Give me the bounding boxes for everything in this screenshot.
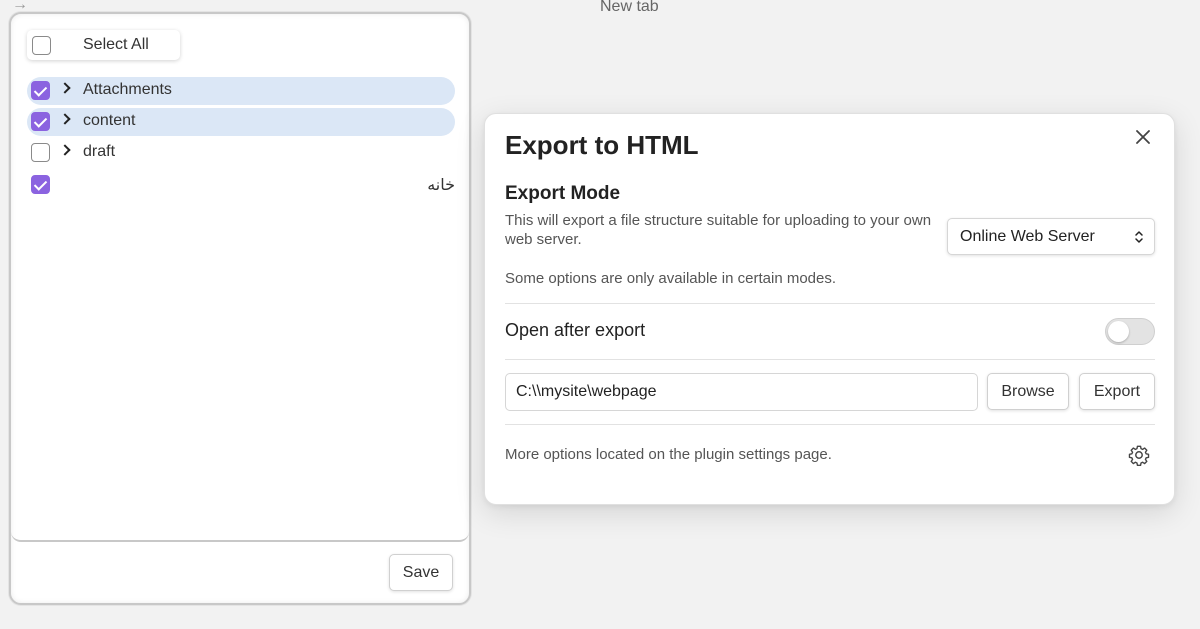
export-button[interactable]: Export xyxy=(1079,373,1155,410)
export-mode-heading: Export Mode xyxy=(505,183,621,204)
more-options-note: More options located on the plugin setti… xyxy=(505,446,832,463)
select-all-toggle[interactable]: Select All xyxy=(27,30,180,60)
tree-item-attachments[interactable]: Attachments xyxy=(27,77,455,105)
export-html-modal: Export to HTML Export Mode This will exp… xyxy=(484,113,1175,505)
export-mode-description: This will export a file structure suitab… xyxy=(505,212,932,248)
chevron-right-icon[interactable] xyxy=(59,144,71,156)
tree-item-home[interactable]: خانه xyxy=(27,171,455,199)
tree-item-checkbox[interactable] xyxy=(31,175,50,194)
tree-item-label: Attachments xyxy=(83,81,172,98)
options-note: Some options are only available in certa… xyxy=(505,270,837,287)
new-tab-title: New tab xyxy=(600,0,659,15)
export-path-input[interactable] xyxy=(505,373,978,411)
file-selection-panel: Select All Attachments content draft خان… xyxy=(9,12,471,605)
modal-title: Export to HTML xyxy=(505,130,699,160)
select-all-checkbox[interactable] xyxy=(32,35,51,55)
tree-item-label: خانه xyxy=(427,177,455,194)
tree-item-checkbox[interactable] xyxy=(31,112,50,131)
chevron-right-icon[interactable] xyxy=(59,113,71,125)
browse-button[interactable]: Browse xyxy=(987,373,1069,410)
tree-item-checkbox[interactable] xyxy=(31,143,50,162)
chevron-right-icon[interactable] xyxy=(59,82,71,94)
open-after-export-toggle[interactable] xyxy=(1105,318,1155,345)
export-mode-select-value: Online Web Server xyxy=(960,227,1095,245)
tree-item-label: content xyxy=(83,112,136,129)
divider xyxy=(505,303,1155,304)
select-arrows-icon xyxy=(1135,231,1143,243)
save-button[interactable]: Save xyxy=(389,554,453,591)
divider xyxy=(505,424,1155,425)
export-mode-select[interactable]: Online Web Server xyxy=(947,218,1155,255)
file-tree: Select All Attachments content draft خان… xyxy=(11,14,469,542)
tree-item-content[interactable]: content xyxy=(27,108,455,136)
gear-icon[interactable] xyxy=(1128,444,1150,466)
divider xyxy=(505,359,1155,360)
tree-item-checkbox[interactable] xyxy=(31,81,50,100)
select-all-label: Select All xyxy=(83,36,149,53)
toggle-knob xyxy=(1108,321,1129,342)
tree-item-label: draft xyxy=(83,143,116,160)
tree-item-draft[interactable]: draft xyxy=(27,139,455,167)
close-icon[interactable] xyxy=(1134,128,1152,146)
open-after-export-label: Open after export xyxy=(505,320,646,340)
